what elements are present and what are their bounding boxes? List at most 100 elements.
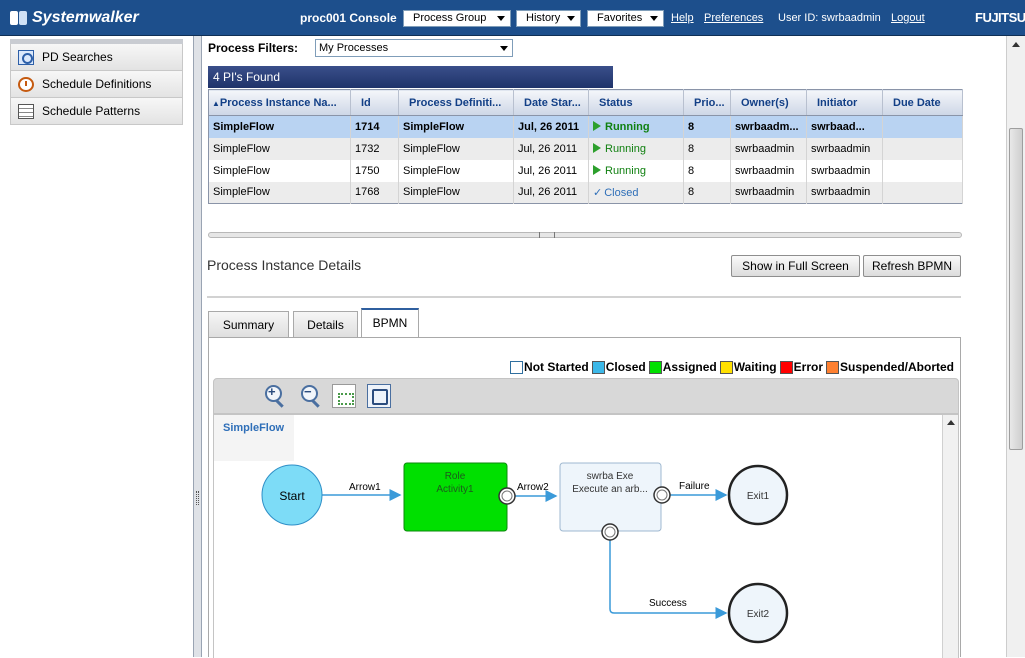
bpmn-diagram: Start Role Activity1 swrba Exe Execute a…: [261, 462, 789, 644]
cell-definition: SimpleFlow: [398, 181, 514, 204]
legend-item-suspended-aborted: Suspended/Aborted: [825, 360, 954, 374]
cell-name: SimpleFlow: [208, 115, 351, 138]
process-filter-value: My Processes: [319, 42, 389, 54]
failure-label: Failure: [679, 481, 710, 492]
main-content: Process Filters: My Processes 4 PI's Fou…: [202, 36, 1006, 658]
cell-owner: swrbaadmin: [730, 137, 807, 160]
history-menu[interactable]: History: [516, 10, 581, 27]
process-group-menu[interactable]: Process Group: [403, 10, 511, 27]
table-resize-bar[interactable]: [208, 232, 962, 238]
splitter-grip-icon: [196, 491, 199, 505]
cell-priority: 8: [683, 159, 731, 182]
logo-text: Systemwalker: [32, 9, 139, 26]
chevron-down-icon: [567, 16, 575, 21]
logout-link[interactable]: Logout: [891, 12, 925, 24]
section-divider: [207, 296, 961, 298]
column-header-date-started[interactable]: Date Star...: [513, 89, 589, 116]
execute-activity-label-line2: Execute an arb...: [572, 484, 648, 495]
table-row[interactable]: SimpleFlow 1750 SimpleFlow Jul, 26 2011 …: [208, 159, 963, 182]
sidebar-item-schedule-definitions[interactable]: Schedule Definitions: [10, 71, 183, 98]
calendar-icon: [18, 103, 34, 119]
cell-name: SimpleFlow: [208, 137, 351, 160]
bpmn-toolbar: + −: [213, 378, 959, 414]
cell-status: Running: [588, 159, 684, 182]
checkmark-icon: ✓: [593, 186, 603, 199]
execute-activity-label-line1: swrba Exe: [587, 471, 634, 482]
cell-initiator: swrbaadmin: [806, 137, 883, 160]
chevron-down-icon: [500, 46, 508, 51]
success-label: Success: [649, 598, 687, 609]
preferences-link[interactable]: Preferences: [704, 12, 763, 24]
scrollbar-thumb[interactable]: [1009, 128, 1023, 450]
tab-details[interactable]: Details: [293, 311, 358, 338]
refresh-bpmn-button[interactable]: Refresh BPMN: [863, 255, 961, 277]
table-row[interactable]: SimpleFlow 1714 SimpleFlow Jul, 26 2011 …: [208, 115, 963, 138]
zoom-out-icon[interactable]: −: [298, 384, 322, 408]
start-event-label: Start: [279, 489, 305, 503]
cell-due-date: [882, 181, 963, 204]
role-activity-label-line2: Activity1: [436, 484, 474, 495]
cell-owner: swrbaadmin: [730, 181, 807, 204]
cell-priority: 8: [683, 115, 731, 138]
column-header-process-instance-name[interactable]: ▲Process Instance Na...: [208, 89, 351, 116]
chevron-down-icon: [650, 16, 658, 21]
arrow2-label: Arrow2: [517, 482, 549, 493]
process-instance-details-title: Process Instance Details: [207, 257, 362, 273]
cell-date: Jul, 26 2011: [513, 181, 589, 204]
cell-id: 1768: [350, 181, 399, 204]
cell-initiator: swrbaad...: [806, 115, 883, 138]
role-activity-label-line1: Role: [445, 471, 466, 482]
column-header-status[interactable]: Status: [588, 89, 684, 116]
column-header-initiator[interactable]: Initiator: [806, 89, 883, 116]
scroll-up-icon[interactable]: [947, 420, 955, 425]
table-header-row: ▲Process Instance Na... Id Process Defin…: [208, 89, 963, 116]
sidebar-item-schedule-patterns[interactable]: Schedule Patterns: [10, 98, 183, 125]
fit-to-window-icon[interactable]: [332, 384, 356, 408]
user-id: User ID: swrbaadmin: [778, 12, 881, 24]
running-flag-icon: [593, 120, 601, 131]
process-group-menu-label: Process Group: [413, 12, 487, 24]
resize-grip-icon: [539, 232, 555, 238]
table-row[interactable]: SimpleFlow 1768 SimpleFlow Jul, 26 2011 …: [208, 181, 963, 204]
column-header-priority[interactable]: Prio...: [683, 89, 731, 116]
column-header-due-date[interactable]: Due Date: [882, 89, 963, 116]
exit1-event-label: Exit1: [747, 491, 770, 502]
cell-status: Running: [588, 115, 684, 138]
legend-swatch: [510, 360, 524, 374]
export-image-icon[interactable]: [367, 384, 391, 408]
arrow1-label: Arrow1: [349, 482, 381, 493]
legend-item-error: Error: [779, 360, 823, 374]
process-filter-select[interactable]: My Processes: [315, 39, 513, 57]
scroll-up-icon[interactable]: [1012, 42, 1020, 47]
cell-definition: SimpleFlow: [398, 137, 514, 160]
process-instance-table: ▲Process Instance Na... Id Process Defin…: [208, 89, 963, 204]
column-header-owners[interactable]: Owner(s): [730, 89, 807, 116]
status-legend: Not Started Closed Assigned Waiting Erro…: [507, 360, 954, 374]
tab-bpmn[interactable]: BPMN: [361, 308, 419, 338]
sidebar-item-pd-searches[interactable]: PD Searches: [10, 44, 183, 71]
tab-summary[interactable]: Summary: [208, 311, 289, 338]
help-link[interactable]: Help: [671, 12, 694, 24]
cell-status: ✓ Closed: [588, 181, 684, 204]
favorites-menu[interactable]: Favorites: [587, 10, 664, 27]
show-full-screen-button[interactable]: Show in Full Screen: [731, 255, 860, 277]
console-title: proc001 Console: [300, 11, 397, 25]
page-vertical-scrollbar[interactable]: [1006, 36, 1025, 657]
sidebar-splitter[interactable]: [194, 36, 202, 657]
legend-swatch: [825, 360, 839, 374]
cell-owner: swrbaadm...: [730, 115, 807, 138]
running-flag-icon: [593, 142, 601, 153]
column-header-id[interactable]: Id: [350, 89, 399, 116]
running-flag-icon: [593, 164, 601, 175]
canvas-vertical-scrollbar[interactable]: [942, 415, 958, 658]
cell-initiator: swrbaadmin: [806, 159, 883, 182]
history-menu-label: History: [526, 12, 561, 24]
zoom-in-icon[interactable]: +: [262, 384, 286, 408]
cell-status: Running: [588, 137, 684, 160]
legend-swatch: [591, 360, 605, 374]
table-row[interactable]: SimpleFlow 1732 SimpleFlow Jul, 26 2011 …: [208, 137, 963, 160]
bpmn-canvas[interactable]: SimpleFlow Start Role Activity1 swrba Ex…: [213, 414, 959, 658]
column-header-process-definition[interactable]: Process Definiti...: [398, 89, 514, 116]
sidebar-item-label: Schedule Definitions: [42, 77, 152, 91]
results-count-bar: 4 PI's Found: [208, 66, 613, 88]
